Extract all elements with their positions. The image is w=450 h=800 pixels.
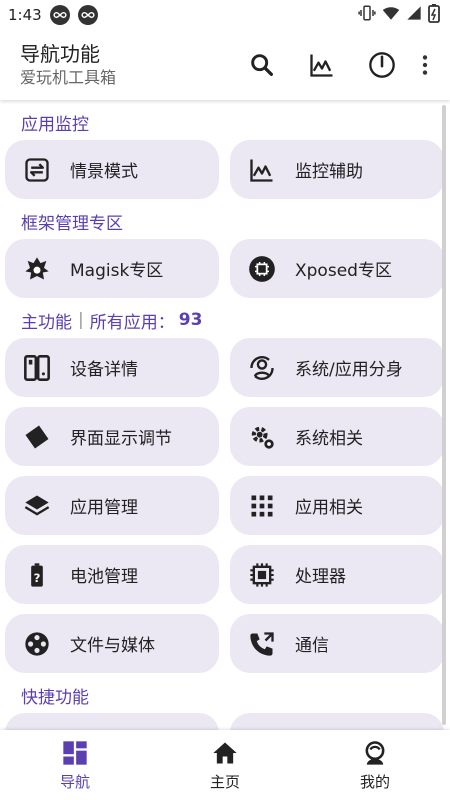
monitor-chart-button[interactable] [292,41,352,89]
chart-icon [247,155,277,185]
home-icon [213,742,237,763]
tile-shortcut-partial[interactable] [5,713,219,730]
tile-label: 应用相关 [295,498,363,518]
film-reel-icon [22,629,52,659]
dashboard-icon [63,740,87,765]
tile-label: 文件与媒体 [70,636,155,656]
shortcuts-grid [5,713,445,730]
tile-system-related[interactable]: 系统相关 [230,407,444,466]
scene-icon [22,155,52,185]
vibrate-icon [358,4,376,26]
tile-magisk[interactable]: Magisk专区 [5,239,219,298]
tile-label: 电池管理 [70,567,138,587]
separator: | [78,310,84,330]
tile-device-details[interactable]: 设备详情 [5,338,219,397]
infinity-icon [77,5,98,25]
status-bar: 1:43 [0,0,450,30]
tile-scene-mode[interactable]: 情景模式 [5,140,219,199]
status-left: 1:43 [8,5,98,25]
svg-text:?: ? [34,571,41,585]
tile-battery-manage[interactable]: ? 电池管理 [5,545,219,604]
page-title: 导航功能 [20,42,100,66]
xposed-icon [247,254,277,284]
nav-label: 主页 [209,772,240,791]
section-title-framework: 框架管理专区 [21,213,123,234]
display-icon [22,422,52,452]
tile-label: 应用管理 [70,498,138,518]
search-icon [251,54,273,76]
power-icon [369,52,395,78]
magisk-icon [22,254,52,284]
tile-app-manage[interactable]: 应用管理 [5,476,219,535]
app-actions [232,41,438,89]
tile-app-related[interactable]: 应用相关 [230,476,444,535]
section-title-monitor: 应用监控 [21,114,89,135]
clone-icon [247,353,277,383]
tile-files-media[interactable]: 文件与媒体 [5,614,219,673]
wifi-icon [382,4,400,26]
nav-item-home[interactable]: 主页 [150,739,300,792]
tile-clone[interactable]: 系统/应用分身 [230,338,444,397]
tile-label: Xposed专区 [295,261,392,281]
apps-grid-icon [247,491,277,521]
battery-icon: ? [22,560,52,590]
tile-label: 设备详情 [70,360,138,380]
main-title: 主功能 [21,312,72,333]
more-vert-icon [422,55,428,75]
tile-display-adjust[interactable]: 界面显示调节 [5,407,219,466]
section-title-shortcuts: 快捷功能 [21,687,89,708]
tile-label: 系统/应用分身 [295,360,403,380]
main-content[interactable]: 应用监控 情景模式 监控辅助 框架管理专区 Magisk专区 Xposed专区 … [0,100,450,730]
search-button[interactable] [232,41,292,89]
device-icon [22,353,52,383]
section-title-main: 主功能 | 所有应用： 93 [5,306,445,338]
tile-label: 监控辅助 [295,162,363,182]
more-options-button[interactable] [412,41,438,89]
tile-communication[interactable]: 通信 [230,614,444,673]
cpu-icon [247,560,277,590]
tile-label: 通信 [295,636,329,656]
tile-label: 情景模式 [70,162,138,182]
infinity-icon [49,5,70,25]
battery-status-icon [428,3,440,27]
tile-label: 处理器 [295,567,346,587]
signal-icon [406,5,422,25]
nav-label: 导航 [59,772,90,791]
app-bar: 导航功能 爱玩机工具箱 [0,30,450,100]
apps-label: 所有应用： [89,312,175,333]
layers-icon [22,491,52,521]
status-right [358,3,440,27]
tile-label: 系统相关 [295,429,363,449]
framework-grid: Magisk专区 Xposed专区 [5,239,445,298]
profile-icon [365,740,385,765]
bottom-nav: 导航 主页 我的 [0,730,450,800]
system-gear-icon [247,422,277,452]
status-time: 1:43 [8,6,42,24]
tile-monitor-assist[interactable]: 监控辅助 [230,140,444,199]
main-grid: 设备详情 系统/应用分身 界面显示调节 系统相关 应用管理 应用相关 ? 电池管… [5,338,445,673]
tile-xposed[interactable]: Xposed专区 [230,239,444,298]
monitor-grid: 情景模式 监控辅助 [5,140,445,199]
nav-item-navigation[interactable]: 导航 [0,739,150,792]
tile-label: Magisk专区 [70,261,164,281]
tile-shortcut-partial[interactable] [230,713,444,730]
app-subtitle: 爱玩机工具箱 [20,68,117,87]
nav-item-profile[interactable]: 我的 [300,739,450,792]
nav-label: 我的 [359,772,390,791]
app-bar-titles: 导航功能 爱玩机工具箱 [20,41,116,89]
apps-count: 93 [178,310,203,330]
phone-icon [247,629,277,659]
scrollbar[interactable] [442,105,446,725]
line-chart-icon [310,54,333,77]
power-button[interactable] [352,41,412,89]
tile-label: 界面显示调节 [70,429,172,449]
tile-processor[interactable]: 处理器 [230,545,444,604]
